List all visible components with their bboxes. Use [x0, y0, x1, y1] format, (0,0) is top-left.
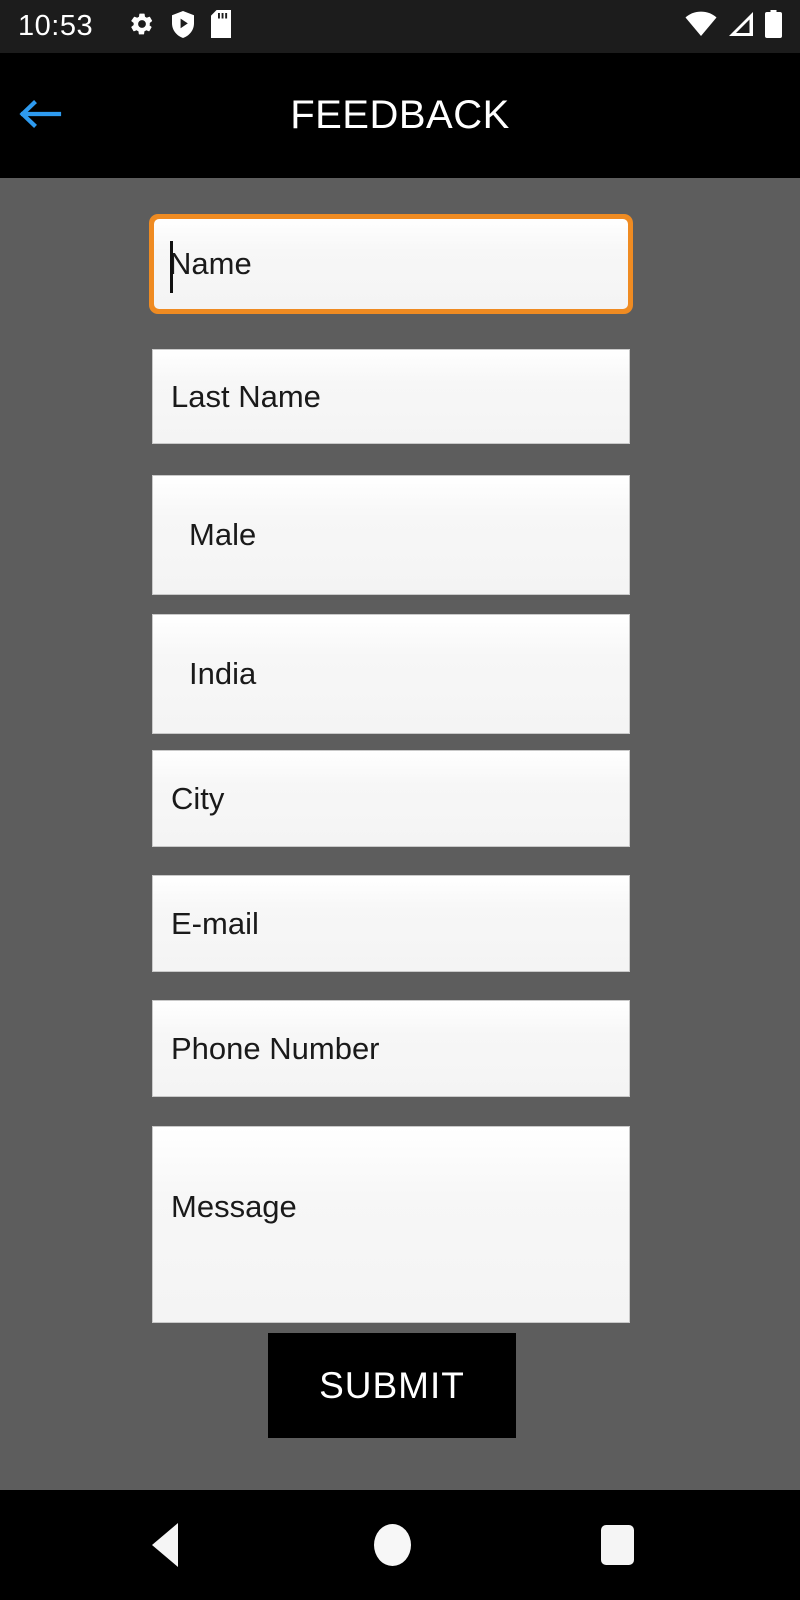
email-input-placeholder: E-mail — [171, 905, 259, 941]
country-spinner[interactable]: India — [152, 614, 630, 734]
name-input-placeholder: Name — [169, 246, 252, 281]
email-input[interactable]: E-mail — [152, 875, 630, 972]
phone-screen: 10:53 FEEDBACK Name Last Name Male India… — [0, 0, 800, 1600]
gear-icon — [129, 11, 155, 42]
feedback-form: Name Last Name Male India City E-mail Ph… — [0, 178, 800, 1490]
app-bar: FEEDBACK — [0, 53, 800, 178]
gender-spinner-value: Male — [189, 517, 257, 552]
city-input-placeholder: City — [171, 780, 225, 816]
circle-home-icon — [373, 1524, 411, 1566]
city-input[interactable]: City — [152, 750, 630, 847]
nav-recents-button[interactable] — [557, 1490, 677, 1600]
shield-play-icon — [171, 10, 195, 43]
country-spinner-value: India — [189, 656, 257, 691]
status-bar-clock: 10:53 — [18, 10, 94, 42]
page-title: FEEDBACK — [290, 93, 510, 137]
last-name-input[interactable]: Last Name — [152, 349, 630, 444]
status-bar-right-group — [685, 10, 782, 43]
name-input[interactable]: Name — [154, 219, 628, 309]
wifi-icon — [685, 11, 717, 42]
battery-icon — [765, 10, 782, 43]
last-name-input-placeholder: Last Name — [171, 378, 321, 414]
gender-spinner[interactable]: Male — [152, 475, 630, 595]
cellular-signal-icon — [727, 11, 755, 42]
triangle-back-icon — [152, 1523, 178, 1567]
message-textarea[interactable]: Message — [152, 1126, 630, 1323]
submit-button[interactable]: SUBMIT — [268, 1333, 516, 1438]
status-bar: 10:53 — [0, 0, 800, 53]
text-caret — [170, 241, 173, 293]
message-textarea-placeholder: Message — [171, 1189, 297, 1224]
square-recents-icon — [600, 1525, 634, 1565]
phone-number-input[interactable]: Phone Number — [152, 1000, 630, 1097]
submit-button-label: SUBMIT — [319, 1364, 465, 1406]
name-field-focus-ring: Name — [149, 214, 633, 314]
sd-card-icon — [211, 10, 232, 43]
phone-number-input-placeholder: Phone Number — [171, 1030, 380, 1066]
nav-back-button[interactable] — [105, 1490, 225, 1600]
system-navigation-bar — [0, 1490, 800, 1600]
status-bar-left-group: 10:53 — [18, 10, 685, 43]
nav-home-button[interactable] — [332, 1490, 452, 1600]
